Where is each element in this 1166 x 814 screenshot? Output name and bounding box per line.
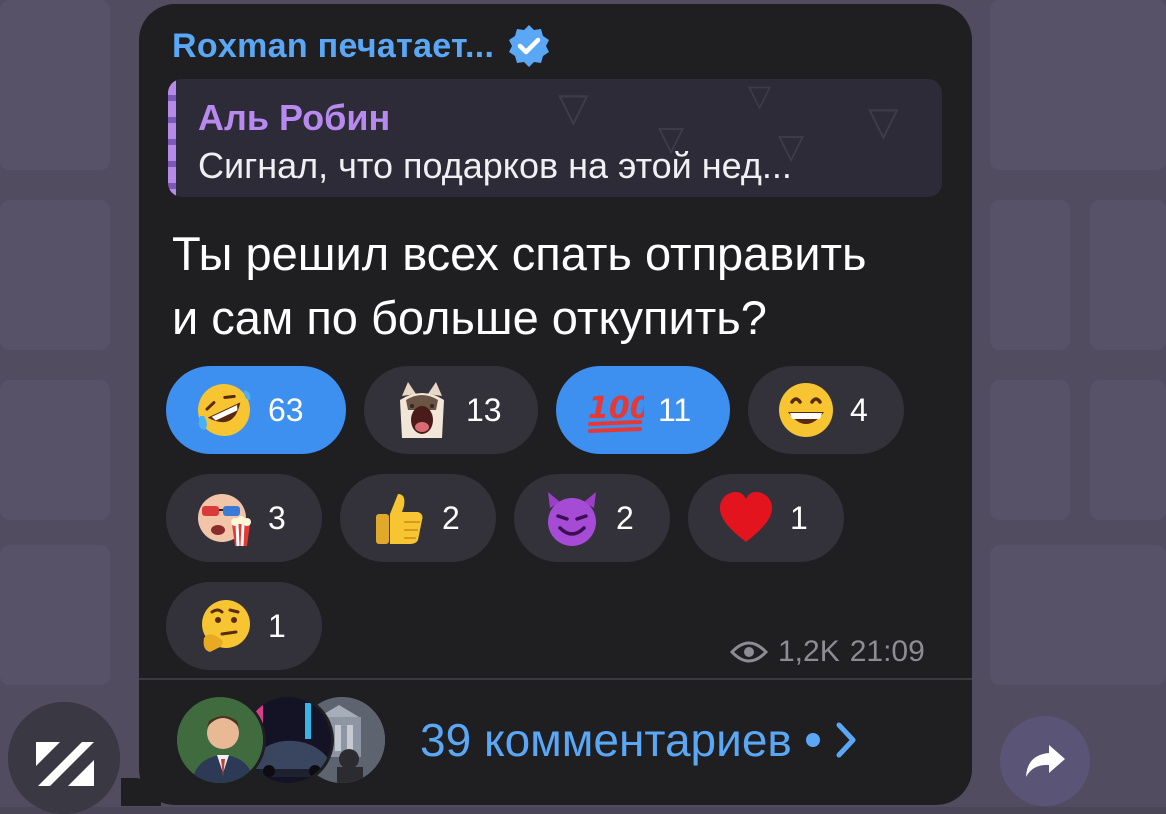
unread-dot-icon <box>805 733 820 747</box>
reaction-rofl[interactable]: 63 <box>166 366 346 454</box>
sender-name[interactable]: Roxman печатает... <box>172 27 494 66</box>
comments-divider <box>139 678 972 680</box>
avatar <box>174 694 266 786</box>
view-count: 1,2K <box>778 635 840 668</box>
verified-badge-icon <box>509 25 550 67</box>
eye-icon <box>730 641 768 663</box>
chevron-right-icon <box>836 722 856 758</box>
share-button[interactable] <box>1000 716 1090 806</box>
heart-icon <box>720 492 772 542</box>
reaction-count: 1 <box>268 607 286 644</box>
reaction-count: 63 <box>268 391 304 428</box>
reaction-cat[interactable]: 13 <box>364 366 538 454</box>
popcorn-face-icon <box>198 494 251 547</box>
message-text-line: и сам по больше откупить? <box>172 291 767 344</box>
reaction-count: 4 <box>850 391 868 428</box>
hundred-points-icon: 100 <box>588 391 644 433</box>
reaction-thumbs-up[interactable]: 2 <box>340 474 496 562</box>
comments-link[interactable]: 39 комментариев <box>420 710 858 770</box>
reaction-thinking[interactable]: 1 <box>166 582 322 670</box>
reaction-count: 1 <box>790 499 808 536</box>
message-text-line: Ты решил всех спать отправить <box>172 227 867 280</box>
smiling-devil-icon <box>548 492 596 546</box>
message-text: Ты решил всех спать отправить и сам по б… <box>172 222 952 350</box>
message-time: 21:09 <box>849 635 925 668</box>
reply-text: Сигнал, что подарков на этой нед... <box>198 145 792 186</box>
thumbs-up-icon <box>376 494 423 544</box>
reply-accent-bar <box>168 79 176 197</box>
channel-logo-icon <box>8 702 120 814</box>
reaction-count: 2 <box>442 499 460 536</box>
reaction-count: 3 <box>268 499 286 536</box>
reaction-count: 11 <box>658 391 692 428</box>
reaction-count: 2 <box>616 499 634 536</box>
grinning-face-icon <box>779 383 833 437</box>
reaction-popcorn[interactable]: 3 <box>166 474 322 562</box>
pattern-icon: ▽ <box>868 100 899 144</box>
reaction-heart[interactable]: 1 <box>688 474 844 562</box>
comments-count-label: 39 комментариев <box>420 714 792 766</box>
screaming-cat-icon <box>400 382 444 438</box>
reaction-devil[interactable]: 2 <box>514 474 670 562</box>
reaction-grin[interactable]: 4 <box>748 366 904 454</box>
commenter-avatars[interactable] <box>174 694 388 788</box>
channel-avatar[interactable] <box>8 702 120 814</box>
thinking-face-icon <box>202 600 250 652</box>
sender-header[interactable]: Roxman печатает... <box>172 24 552 68</box>
reaction-hundred[interactable]: 100 11 <box>556 366 730 454</box>
reply-quote[interactable]: ▽ ▽ ▽ ▽ ▽ Аль Робин Сигнал, что подарков… <box>168 79 942 197</box>
pattern-icon: ▽ <box>558 86 589 130</box>
share-arrow-icon <box>1026 745 1065 777</box>
reply-author: Аль Робин <box>198 97 391 138</box>
rofl-icon <box>198 384 251 436</box>
pattern-icon: ▽ <box>748 80 772 113</box>
reaction-count: 13 <box>466 391 502 428</box>
message-meta: 1,2K 21:09 <box>730 632 925 672</box>
